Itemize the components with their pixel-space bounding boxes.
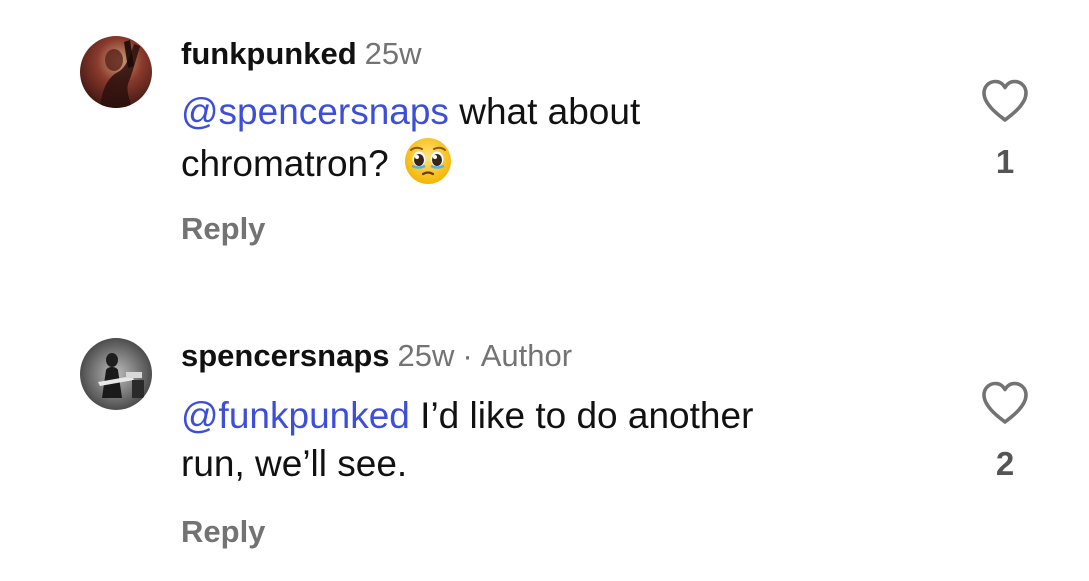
comment-text-line-2: chromatron? <box>181 143 389 184</box>
comment-text: @spencersnaps what about chromatron? <box>181 88 901 188</box>
avatar[interactable] <box>80 36 152 108</box>
comment-item: spencersnaps 25w · Author @funkpunked I’d l… <box>0 300 1089 581</box>
username[interactable]: spencersnaps <box>181 338 390 373</box>
comment-header: funkpunked 25w <box>181 36 422 72</box>
comment-text: @funkpunked I’d like to do another run, … <box>181 392 901 488</box>
heart-icon[interactable] <box>980 380 1030 426</box>
like-column: 1 <box>970 78 1040 180</box>
comment-header: spencersnaps 25w · Author <box>181 338 572 374</box>
comment-text-line-2: run, we’ll see. <box>181 443 408 484</box>
comment-text-line-1: I’d like to do another <box>409 395 754 436</box>
author-badge: Author <box>480 338 573 373</box>
avatar[interactable] <box>80 338 152 410</box>
avatar-image <box>80 338 152 410</box>
comment-text-line-1: what about <box>448 91 641 132</box>
reply-button[interactable]: Reply <box>181 514 265 550</box>
like-column: 2 <box>970 380 1040 482</box>
separator: · <box>462 338 473 373</box>
heart-icon[interactable] <box>980 78 1030 124</box>
like-count: 2 <box>995 445 1015 482</box>
mention-link[interactable]: @funkpunked <box>181 395 410 436</box>
mention-link[interactable]: @spencersnaps <box>181 91 449 132</box>
pleading-face-icon <box>403 136 453 186</box>
comment-item: funkpunked 25w @spencersnaps what about c… <box>0 0 1089 290</box>
timestamp: 25w <box>397 338 455 373</box>
reply-button[interactable]: Reply <box>181 211 265 247</box>
timestamp: 25w <box>364 36 422 71</box>
avatar-image <box>80 36 152 108</box>
like-count: 1 <box>995 143 1015 180</box>
username[interactable]: funkpunked <box>181 36 357 71</box>
